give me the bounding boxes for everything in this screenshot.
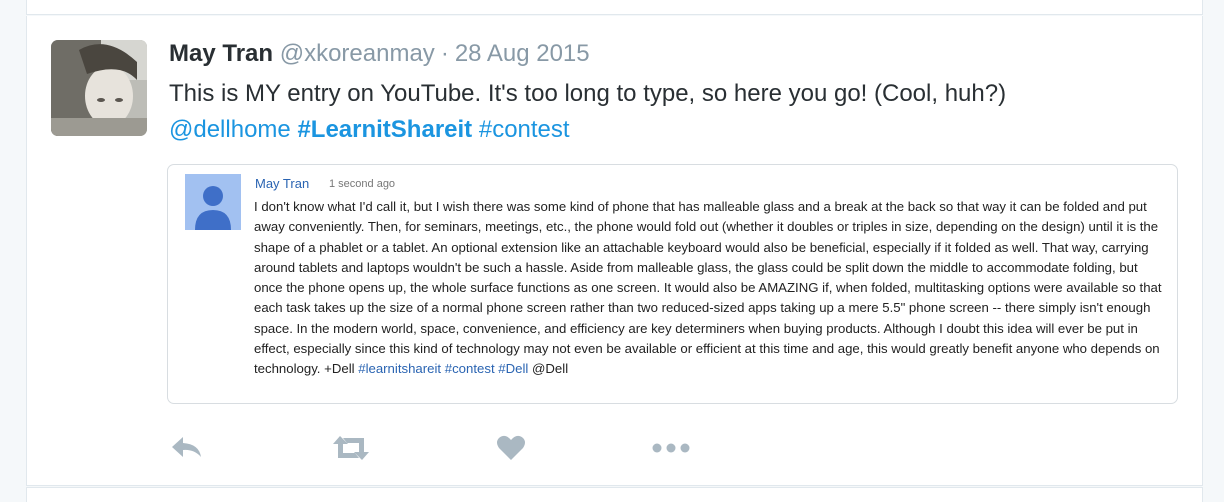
- more-button[interactable]: [651, 428, 691, 468]
- author-handle[interactable]: @xkoreanmay: [280, 40, 435, 67]
- tweet-body: This is MY entry on YouTube. It's too lo…: [169, 80, 1007, 107]
- next-tweet-edge: [26, 487, 1203, 502]
- mention-link[interactable]: @dellhome: [169, 116, 291, 143]
- retweet-button[interactable]: [331, 428, 371, 468]
- comment-hashtag: #learnitshareit: [358, 361, 442, 377]
- reply-icon: [172, 437, 201, 457]
- comment-author: May Tran: [255, 176, 310, 191]
- previous-tweet-edge: [26, 0, 1203, 15]
- like-button[interactable]: [491, 428, 531, 468]
- tweet-date[interactable]: 28 Aug 2015: [455, 40, 590, 67]
- tweet-actions: [27, 420, 1202, 470]
- default-avatar-icon: [185, 174, 241, 230]
- hashtag-link[interactable]: #contest: [479, 116, 570, 143]
- tweet-card[interactable]: May Tran @xkoreanmay · 28 Aug 2015 This is…: [26, 16, 1203, 486]
- retweet-icon: [333, 436, 369, 460]
- avatar[interactable]: [51, 40, 147, 136]
- tweet-text: This is MY entry on YouTube. It's too lo…: [169, 76, 1189, 148]
- separator: ·: [440, 40, 449, 67]
- comment-text: I don't know what I'd call it, but I wis…: [254, 199, 1162, 377]
- embedded-image[interactable]: May Tran 1 second ago I don't know what …: [167, 164, 1178, 404]
- tweet-header: May Tran @xkoreanmay · 28 Aug 2015: [169, 40, 590, 68]
- author-name[interactable]: May Tran: [169, 40, 273, 67]
- like-icon: [497, 435, 525, 460]
- more-icon: [652, 443, 690, 453]
- hashtag-link[interactable]: #LearnitShareit: [297, 116, 472, 143]
- comment-hashtag: #Dell: [498, 361, 529, 377]
- comment-body: I don't know what I'd call it, but I wis…: [254, 197, 1164, 380]
- comment-hashtag: #contest: [444, 361, 495, 377]
- comment-timestamp: 1 second ago: [329, 178, 396, 190]
- comment-mention: @Dell: [532, 361, 569, 377]
- reply-button[interactable]: [167, 428, 207, 468]
